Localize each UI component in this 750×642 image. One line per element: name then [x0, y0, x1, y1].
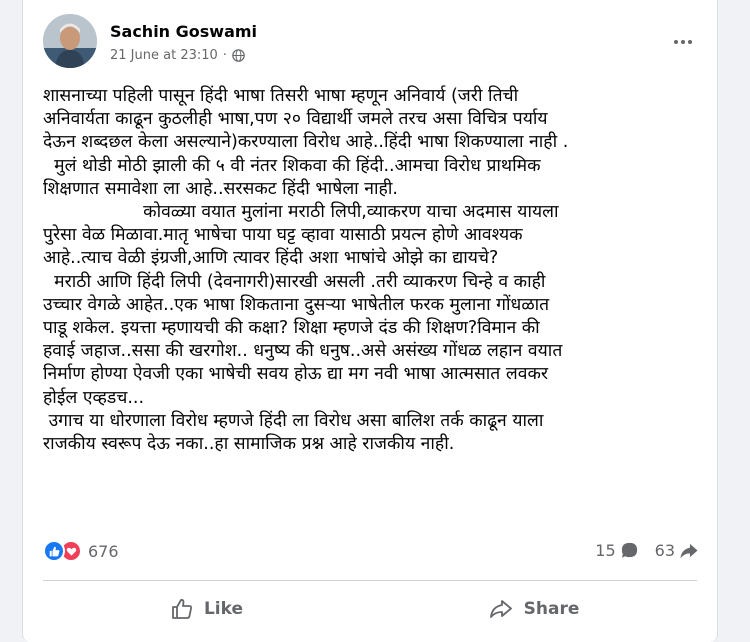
post-timestamp[interactable]: 21 June at 23:10	[110, 48, 218, 63]
action-divider	[43, 580, 697, 581]
reaction-count: 676	[88, 541, 119, 561]
shares-link[interactable]: 63	[655, 541, 699, 560]
thumbs-up-icon	[172, 599, 192, 619]
share-icon	[489, 600, 512, 618]
action-bar: Like Share	[43, 586, 697, 632]
comment-icon	[621, 542, 637, 558]
share-arrow-icon	[680, 543, 698, 559]
post-meta: 21 June at 23:10 ·	[110, 48, 245, 63]
meta-separator: ·	[222, 48, 227, 63]
post-header: Sachin Goswami 21 June at 23:10 ·	[43, 14, 697, 74]
reactions-summary[interactable]: 676	[43, 540, 119, 562]
post-card: Sachin Goswami 21 June at 23:10 · शासनाच…	[22, 0, 718, 642]
more-options-icon[interactable]	[669, 32, 697, 52]
share-count: 63	[654, 541, 675, 560]
author-name[interactable]: Sachin Goswami	[110, 22, 257, 41]
globe-icon	[232, 49, 245, 62]
share-button[interactable]: Share	[370, 586, 697, 632]
comment-count: 15	[595, 541, 616, 560]
author-avatar[interactable]	[43, 14, 97, 68]
share-label: Share	[523, 599, 580, 619]
avatar-photo	[43, 14, 97, 68]
comments-link[interactable]: 15	[595, 541, 638, 560]
like-icon	[43, 540, 65, 562]
post-body: शासनाच्या पहिली पासून हिंदी भाषा तिसरी भ…	[43, 86, 569, 455]
engagement-counts: 15 63	[595, 541, 699, 560]
like-label: Like	[203, 599, 244, 619]
like-button[interactable]: Like	[43, 586, 370, 632]
